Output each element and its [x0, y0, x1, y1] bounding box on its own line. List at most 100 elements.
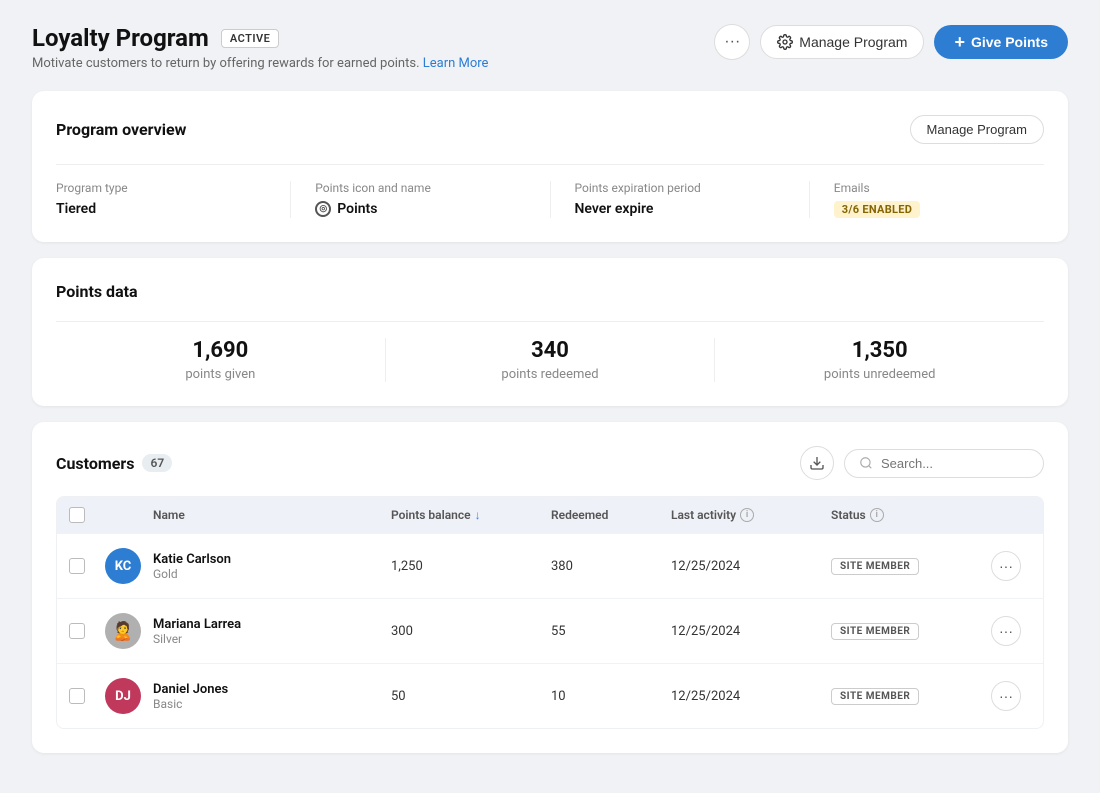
- page-title: Loyalty Program: [32, 24, 209, 52]
- row1-more-button[interactable]: ···: [991, 551, 1021, 581]
- points-title: Points data: [56, 282, 138, 301]
- give-points-label: Give Points: [971, 34, 1048, 50]
- search-icon: [859, 456, 873, 470]
- row3-name-cell: Daniel Jones Basic: [153, 682, 391, 711]
- overview-value-expiration: Never expire: [575, 201, 785, 217]
- customer-name: Mariana Larrea: [153, 617, 241, 632]
- points-unredeemed-item: 1,350 points unredeemed: [715, 338, 1044, 382]
- avatar: KC: [105, 548, 141, 584]
- th-status: Status i: [831, 508, 991, 522]
- row2-avatar: 🙎: [105, 613, 153, 649]
- th-points[interactable]: Points balance ↓: [391, 508, 551, 522]
- page-title-row: Loyalty Program ACTIVE: [32, 24, 488, 52]
- table-header-row: Name Points balance ↓ Redeemed Last acti…: [57, 497, 1043, 533]
- table-row: DJ Daniel Jones Basic 50 10 12/25/2024 S…: [57, 663, 1043, 728]
- row1-activity: 12/25/2024: [671, 559, 831, 574]
- th-checkbox: [69, 507, 105, 523]
- avatar: DJ: [105, 678, 141, 714]
- row2-checkbox[interactable]: [69, 623, 85, 639]
- overview-item-emails: Emails 3/6 ENABLED: [834, 181, 1044, 218]
- active-badge: ACTIVE: [221, 29, 280, 48]
- overview-value-points-icon: ◎ Points: [315, 201, 525, 217]
- page-header: Loyalty Program ACTIVE Motivate customer…: [32, 24, 1068, 71]
- search-input[interactable]: [881, 456, 1029, 471]
- overview-label-points-icon: Points icon and name: [315, 181, 525, 195]
- customer-name: Katie Carlson: [153, 552, 231, 567]
- status-badge: SITE MEMBER: [831, 688, 919, 705]
- status-info-icon: i: [870, 508, 884, 522]
- table-row: 🙎 Mariana Larrea Silver 300 55 12/25/202…: [57, 598, 1043, 663]
- row1-points: 1,250: [391, 559, 551, 574]
- overview-label-emails: Emails: [834, 181, 1044, 195]
- row1-status: SITE MEMBER: [831, 558, 991, 575]
- row1-actions: ···: [991, 551, 1031, 581]
- table-row: KC Katie Carlson Gold 1,250 380 12/25/20…: [57, 533, 1043, 598]
- row2-activity: 12/25/2024: [671, 624, 831, 639]
- overview-grid: Program type Tiered Points icon and name…: [56, 164, 1044, 218]
- activity-info-icon: i: [740, 508, 754, 522]
- manage-program-button-card[interactable]: Manage Program: [910, 115, 1044, 144]
- row3-actions: ···: [991, 681, 1031, 711]
- th-name: Name: [153, 508, 391, 522]
- status-badge: SITE MEMBER: [831, 623, 919, 640]
- points-card-header: Points data: [56, 282, 1044, 301]
- row3-checkbox[interactable]: [69, 688, 85, 704]
- sort-arrow-icon: ↓: [475, 508, 481, 522]
- th-redeemed: Redeemed: [551, 508, 671, 522]
- status-badge: SITE MEMBER: [831, 558, 919, 575]
- customers-title: Customers: [56, 454, 134, 473]
- customers-actions: [800, 446, 1044, 480]
- row3-status: SITE MEMBER: [831, 688, 991, 705]
- learn-more-link[interactable]: Learn More: [423, 56, 489, 71]
- points-data-card: Points data 1,690 points given 340 point…: [32, 258, 1068, 406]
- row3-activity: 12/25/2024: [671, 689, 831, 704]
- row3-more-button[interactable]: ···: [991, 681, 1021, 711]
- points-grid: 1,690 points given 340 points redeemed 1…: [56, 321, 1044, 382]
- manage-program-button-header[interactable]: Manage Program: [760, 25, 924, 59]
- email-enabled-badge: 3/6 ENABLED: [834, 201, 920, 218]
- row2-redeemed: 55: [551, 624, 671, 639]
- row1-name-cell: Katie Carlson Gold: [153, 552, 391, 581]
- customers-title-row: Customers 67: [56, 454, 172, 473]
- customer-info: Katie Carlson Gold: [153, 552, 231, 581]
- points-unredeemed-label: points unredeemed: [715, 367, 1044, 382]
- overview-value-emails: 3/6 ENABLED: [834, 201, 1044, 218]
- manage-program-label: Manage Program: [799, 34, 907, 50]
- customers-table: Name Points balance ↓ Redeemed Last acti…: [56, 496, 1044, 729]
- more-options-button[interactable]: ···: [714, 24, 750, 60]
- select-all-checkbox[interactable]: [69, 507, 85, 523]
- row2-name-cell: Mariana Larrea Silver: [153, 617, 391, 646]
- overview-label-expiration: Points expiration period: [575, 181, 785, 195]
- points-given-label: points given: [56, 367, 385, 382]
- page-header-actions: ··· Manage Program + Give Points: [714, 24, 1068, 60]
- page-header-left: Loyalty Program ACTIVE Motivate customer…: [32, 24, 488, 71]
- page-subtitle: Motivate customers to return by offering…: [32, 56, 488, 71]
- customers-card: Customers 67: [32, 422, 1068, 753]
- overview-item-expiration: Points expiration period Never expire: [575, 181, 810, 218]
- th-activity: Last activity i: [671, 508, 831, 522]
- row2-actions: ···: [991, 616, 1031, 646]
- overview-item-points-icon: Points icon and name ◎ Points: [315, 181, 550, 218]
- plus-icon: +: [954, 33, 965, 51]
- points-redeemed-number: 340: [386, 338, 715, 363]
- row2-more-button[interactable]: ···: [991, 616, 1021, 646]
- points-given-number: 1,690: [56, 338, 385, 363]
- row3-check: [69, 688, 105, 704]
- row1-check: [69, 558, 105, 574]
- search-box[interactable]: [844, 449, 1044, 478]
- customer-tier: Silver: [153, 632, 241, 646]
- row2-status: SITE MEMBER: [831, 623, 991, 640]
- row1-redeemed: 380: [551, 559, 671, 574]
- export-button[interactable]: [800, 446, 834, 480]
- points-unredeemed-number: 1,350: [715, 338, 1044, 363]
- overview-item-type: Program type Tiered: [56, 181, 291, 218]
- dots-icon: ···: [724, 33, 740, 51]
- avatar: 🙎: [105, 613, 141, 649]
- points-redeemed-item: 340 points redeemed: [386, 338, 716, 382]
- give-points-button[interactable]: + Give Points: [934, 25, 1068, 59]
- overview-card-header: Program overview Manage Program: [56, 115, 1044, 144]
- overview-label-type: Program type: [56, 181, 266, 195]
- customers-count-badge: 67: [142, 454, 172, 472]
- row1-checkbox[interactable]: [69, 558, 85, 574]
- page-container: Loyalty Program ACTIVE Motivate customer…: [0, 0, 1100, 793]
